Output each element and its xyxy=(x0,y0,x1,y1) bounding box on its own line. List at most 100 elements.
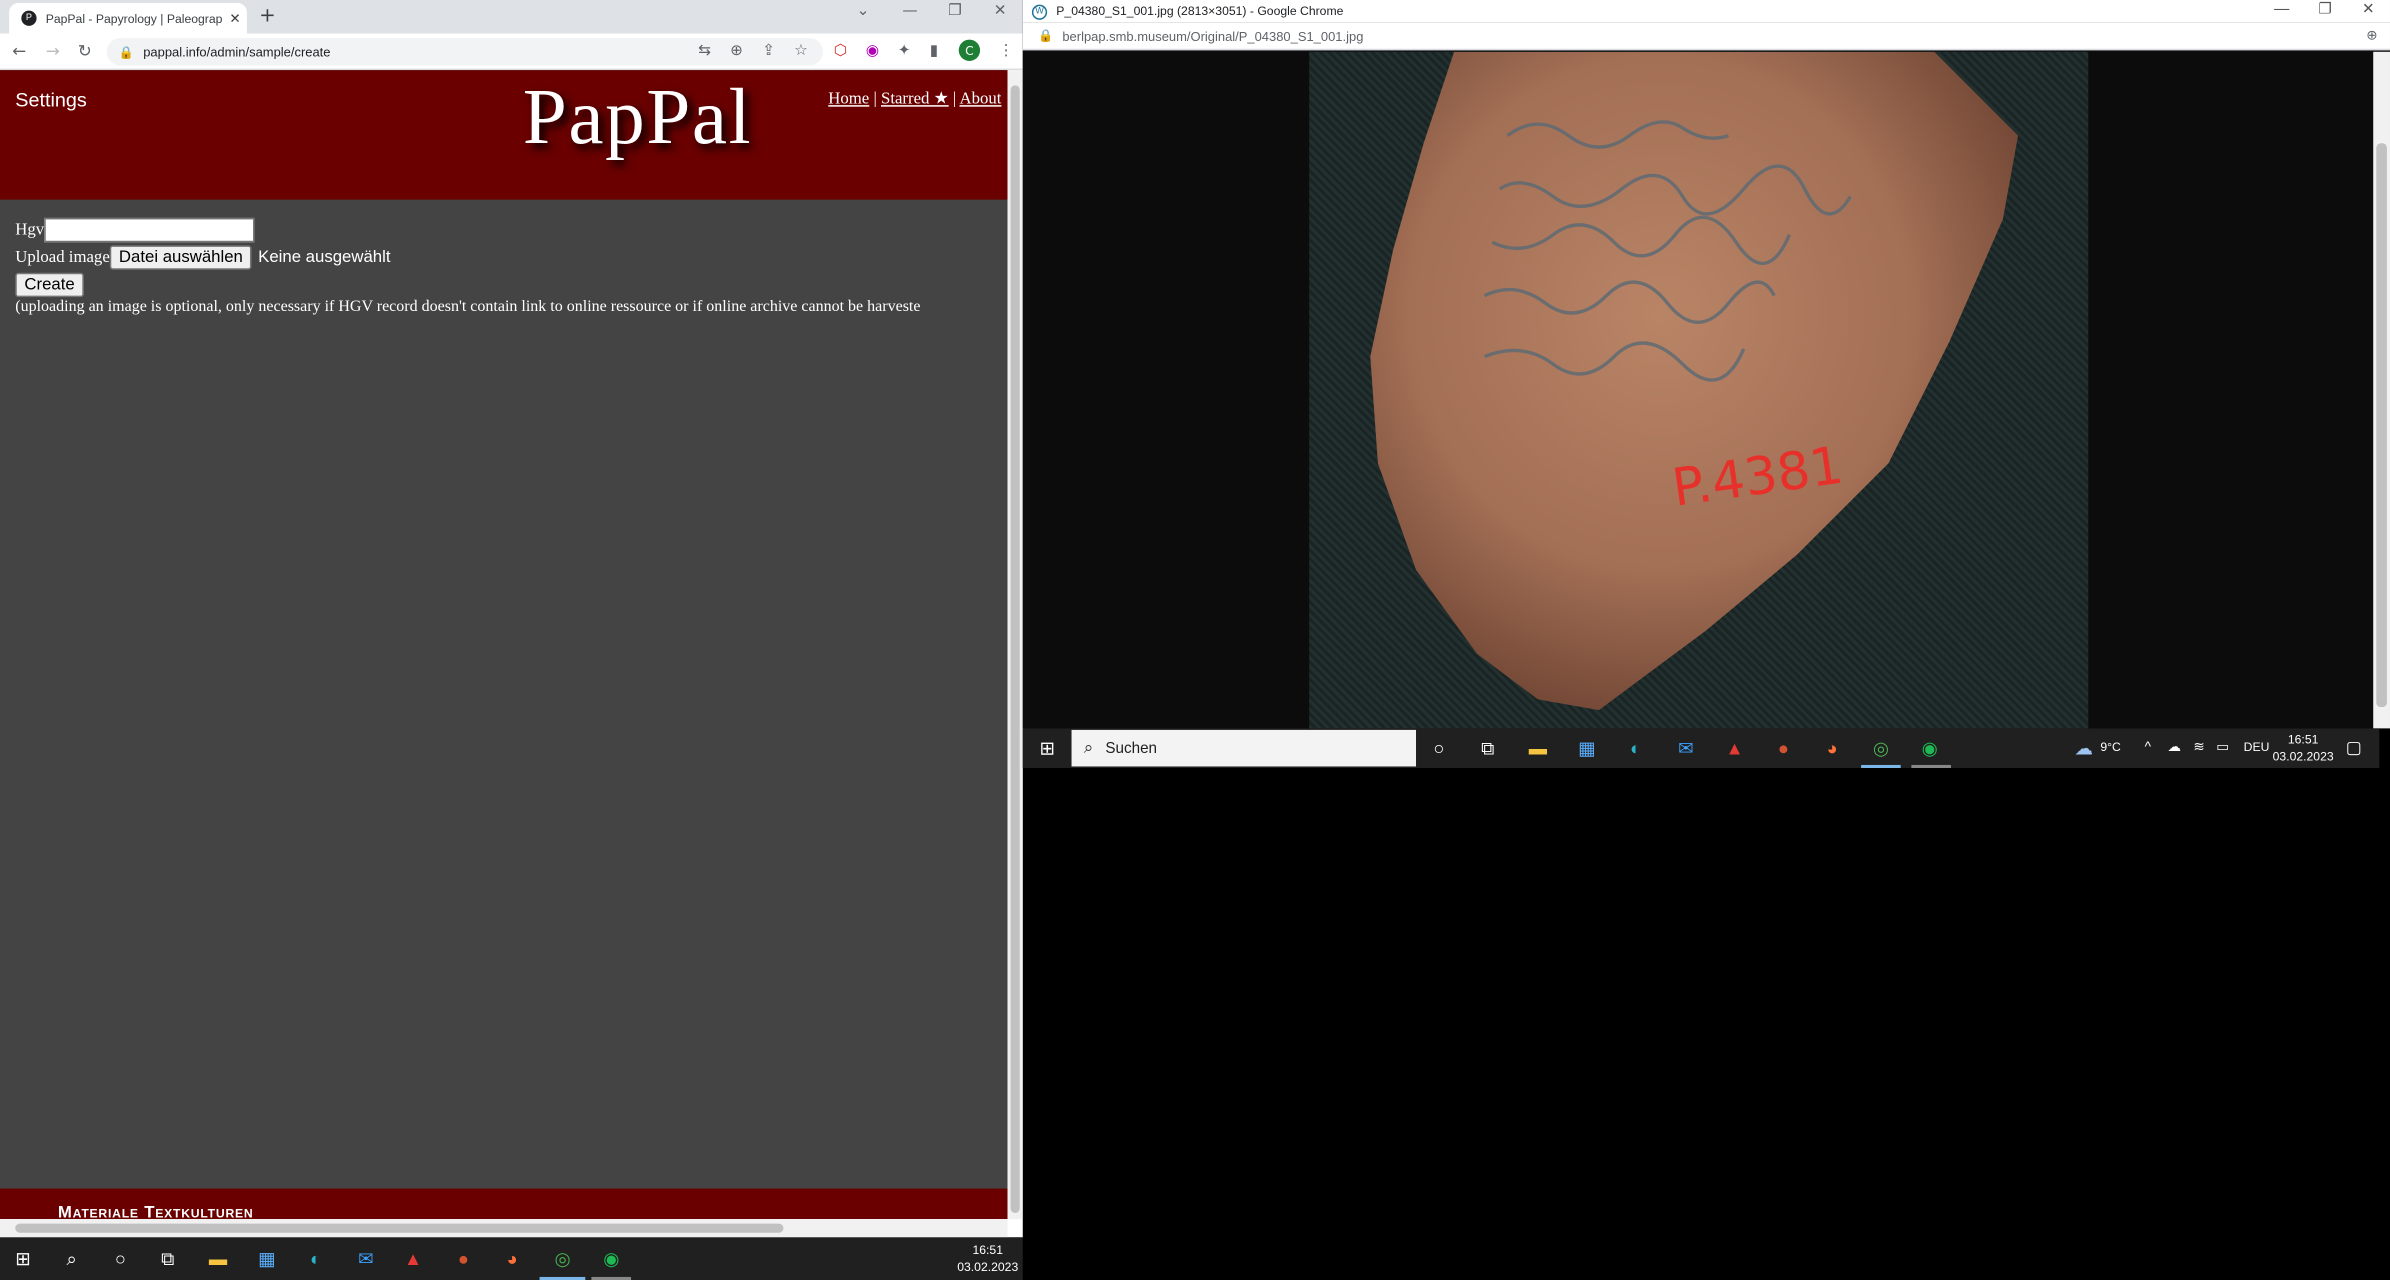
nav-separator: | xyxy=(873,89,877,109)
forward-icon[interactable]: → xyxy=(46,41,60,61)
hgv-label: Hgv xyxy=(15,220,45,240)
clock[interactable]: 16:51 03.02.2023 xyxy=(2273,731,2334,765)
papyrus-image[interactable]: P.4381 xyxy=(1309,51,2089,729)
horizontal-scrollbar[interactable] xyxy=(0,1219,1008,1238)
hgv-input[interactable] xyxy=(44,217,255,243)
site-header: Settings PapPal Home | Starred ★ | About xyxy=(0,70,1008,200)
wifi-icon[interactable]: ≋ xyxy=(2193,739,2205,756)
tab-bar: P PapPal - Papyrology | Paleograph ✕ + ⌄… xyxy=(0,0,1023,34)
pappal-favicon-icon: P xyxy=(21,10,37,26)
windows-start-icon[interactable]: ⊞ xyxy=(11,1246,35,1270)
nav-about[interactable]: About xyxy=(960,90,1002,108)
task-view-icon[interactable]: ⧉ xyxy=(155,1246,179,1270)
close-window-icon[interactable]: ✕ xyxy=(2362,2,2375,19)
close-tab-icon[interactable]: ✕ xyxy=(229,10,241,27)
tab-title: PapPal - Papyrology | Paleograph xyxy=(45,11,224,26)
nav-starred[interactable]: Starred ★ xyxy=(881,90,949,108)
site-logo[interactable]: PapPal xyxy=(523,73,752,163)
scroll-thumb[interactable] xyxy=(15,1223,784,1233)
spotify-icon[interactable]: ◉ xyxy=(599,1246,623,1270)
left-browser-window: P PapPal - Papyrology | Paleograph ✕ + ⌄… xyxy=(0,0,1023,1238)
translate-icon[interactable]: ⇆ xyxy=(698,43,711,60)
weather-cloud-icon: ☁ xyxy=(2074,737,2093,759)
mail-icon[interactable]: ✉ xyxy=(354,1246,378,1270)
minimize-icon[interactable]: — xyxy=(902,3,917,20)
window-title: P_04380_S1_001.jpg (2813×3051) - Google … xyxy=(1056,4,1344,19)
windows-start-icon[interactable]: ⊞ xyxy=(1035,736,1059,760)
file-explorer-icon[interactable]: ▬ xyxy=(1526,736,1550,760)
zoom-icon[interactable]: ⊕ xyxy=(2366,27,2378,44)
taskbar-secondary: ⊞ ⌕ Suchen ○ ⧉ ▬ ▦ ◐ ✉ ▲ ● ◕ ◎ ◉ ☁ 9°C ^… xyxy=(1022,728,2380,769)
firefox-icon[interactable]: ◕ xyxy=(500,1246,524,1270)
site-footer: Materiale Textkulturen xyxy=(0,1188,1008,1220)
acrobat-icon[interactable]: ▲ xyxy=(1722,736,1746,760)
top-nav: Home | Starred ★ | About xyxy=(828,88,1001,108)
active-indicator xyxy=(1861,764,1901,769)
chrome-icon[interactable]: ◎ xyxy=(550,1246,574,1270)
address-bar[interactable]: 🔒 berlpap.smb.museum/Original/P_04380_S1… xyxy=(1022,22,2390,51)
footer-text: Materiale Textkulturen xyxy=(57,1203,254,1220)
cortana-icon[interactable]: ○ xyxy=(108,1246,132,1270)
onedrive-icon[interactable]: ☁ xyxy=(2167,739,2181,756)
vertical-scrollbar[interactable] xyxy=(2373,51,2390,729)
task-view-icon[interactable]: ⧉ xyxy=(1475,736,1499,760)
settings-link[interactable]: Settings xyxy=(15,88,87,111)
close-window-icon[interactable]: ✕ xyxy=(994,3,1007,20)
extension-purple-icon[interactable]: ◉ xyxy=(866,43,879,60)
vertical-scrollbar[interactable] xyxy=(1007,70,1023,1220)
scroll-thumb[interactable] xyxy=(1010,85,1020,1213)
battery-icon[interactable]: ▭ xyxy=(2216,739,2229,756)
running-indicator xyxy=(1911,764,1952,769)
extension-red-icon[interactable]: ⬡ xyxy=(834,43,847,60)
url-text: berlpap.smb.museum/Original/P_04380_S1_0… xyxy=(1062,28,1364,44)
nav-separator: | xyxy=(952,89,957,109)
menu-kebab-icon[interactable]: ⋮ xyxy=(998,43,1013,60)
window-titlebar: W P_04380_S1_001.jpg (2813×3051) - Googl… xyxy=(1022,0,2390,23)
tray-chevron-icon[interactable]: ^ xyxy=(2145,739,2151,754)
extensions-puzzle-icon[interactable]: ✦ xyxy=(898,43,911,60)
firefox-icon[interactable]: ◕ xyxy=(1820,736,1844,760)
restore-icon[interactable]: ❐ xyxy=(948,3,962,20)
language-indicator[interactable]: DEU xyxy=(2244,741,2270,755)
edge-icon[interactable]: ◐ xyxy=(1623,736,1647,760)
spotify-icon[interactable]: ◉ xyxy=(1917,736,1941,760)
bookmark-star-icon[interactable]: ☆ xyxy=(794,43,808,60)
cortana-icon[interactable]: ○ xyxy=(1427,736,1451,760)
store-icon[interactable]: ▦ xyxy=(1575,736,1599,760)
taskbar-search-box[interactable]: ⌕ Suchen xyxy=(1071,729,1417,767)
taskbar-main: ⊞ ⌕ ○ ⧉ ▬ ▦ ◐ ✉ ▲ ● ◕ ◎ ◉ 16:51 03.02.20… xyxy=(0,1237,1023,1280)
acrobat-icon[interactable]: ▲ xyxy=(401,1246,425,1270)
edge-icon[interactable]: ◐ xyxy=(303,1246,327,1270)
create-sample-form: Hgv Upload image Datei auswählen Keine a… xyxy=(15,216,920,315)
powerpoint-icon[interactable]: ● xyxy=(1771,736,1795,760)
address-bar-row: ← → ↻ 🔒 pappal.info/admin/sample/create … xyxy=(0,33,1023,71)
search-icon[interactable]: ⌕ xyxy=(59,1246,83,1270)
tab-pappal[interactable]: P PapPal - Papyrology | Paleograph ✕ xyxy=(9,3,247,34)
minimize-icon[interactable]: — xyxy=(2274,2,2289,19)
wordpress-favicon-icon: W xyxy=(1031,3,1048,20)
nav-home[interactable]: Home xyxy=(828,90,869,108)
create-button[interactable]: Create xyxy=(15,272,84,298)
clock[interactable]: 16:51 03.02.2023 xyxy=(957,1242,1018,1276)
profile-avatar[interactable]: C xyxy=(958,39,981,61)
powerpoint-icon[interactable]: ● xyxy=(451,1246,475,1270)
zoom-icon[interactable]: ⊕ xyxy=(730,43,743,60)
store-icon[interactable]: ▦ xyxy=(255,1246,279,1270)
notification-icon[interactable]: ▢ xyxy=(2346,738,2362,757)
reload-icon[interactable]: ↻ xyxy=(78,41,92,61)
clock-date: 03.02.2023 xyxy=(2272,749,2334,764)
tab-search-icon[interactable]: ⌄ xyxy=(857,3,870,20)
url-field[interactable]: 🔒 pappal.info/admin/sample/create xyxy=(106,38,824,66)
new-tab-icon[interactable]: + xyxy=(259,5,276,28)
restore-icon[interactable]: ❐ xyxy=(2318,2,2332,19)
file-explorer-icon[interactable]: ▬ xyxy=(206,1246,230,1270)
share-icon[interactable]: ⇪ xyxy=(762,43,775,60)
lock-icon: 🔒 xyxy=(1038,28,1054,43)
scroll-thumb[interactable] xyxy=(2376,143,2387,708)
weather-temp: 9°C xyxy=(2100,740,2121,755)
sidepanel-icon[interactable]: ▮ xyxy=(930,43,938,60)
mail-icon[interactable]: ✉ xyxy=(1674,736,1698,760)
back-icon[interactable]: ← xyxy=(12,41,26,61)
choose-file-button[interactable]: Datei auswählen xyxy=(109,245,253,270)
chrome-icon[interactable]: ◎ xyxy=(1869,736,1893,760)
